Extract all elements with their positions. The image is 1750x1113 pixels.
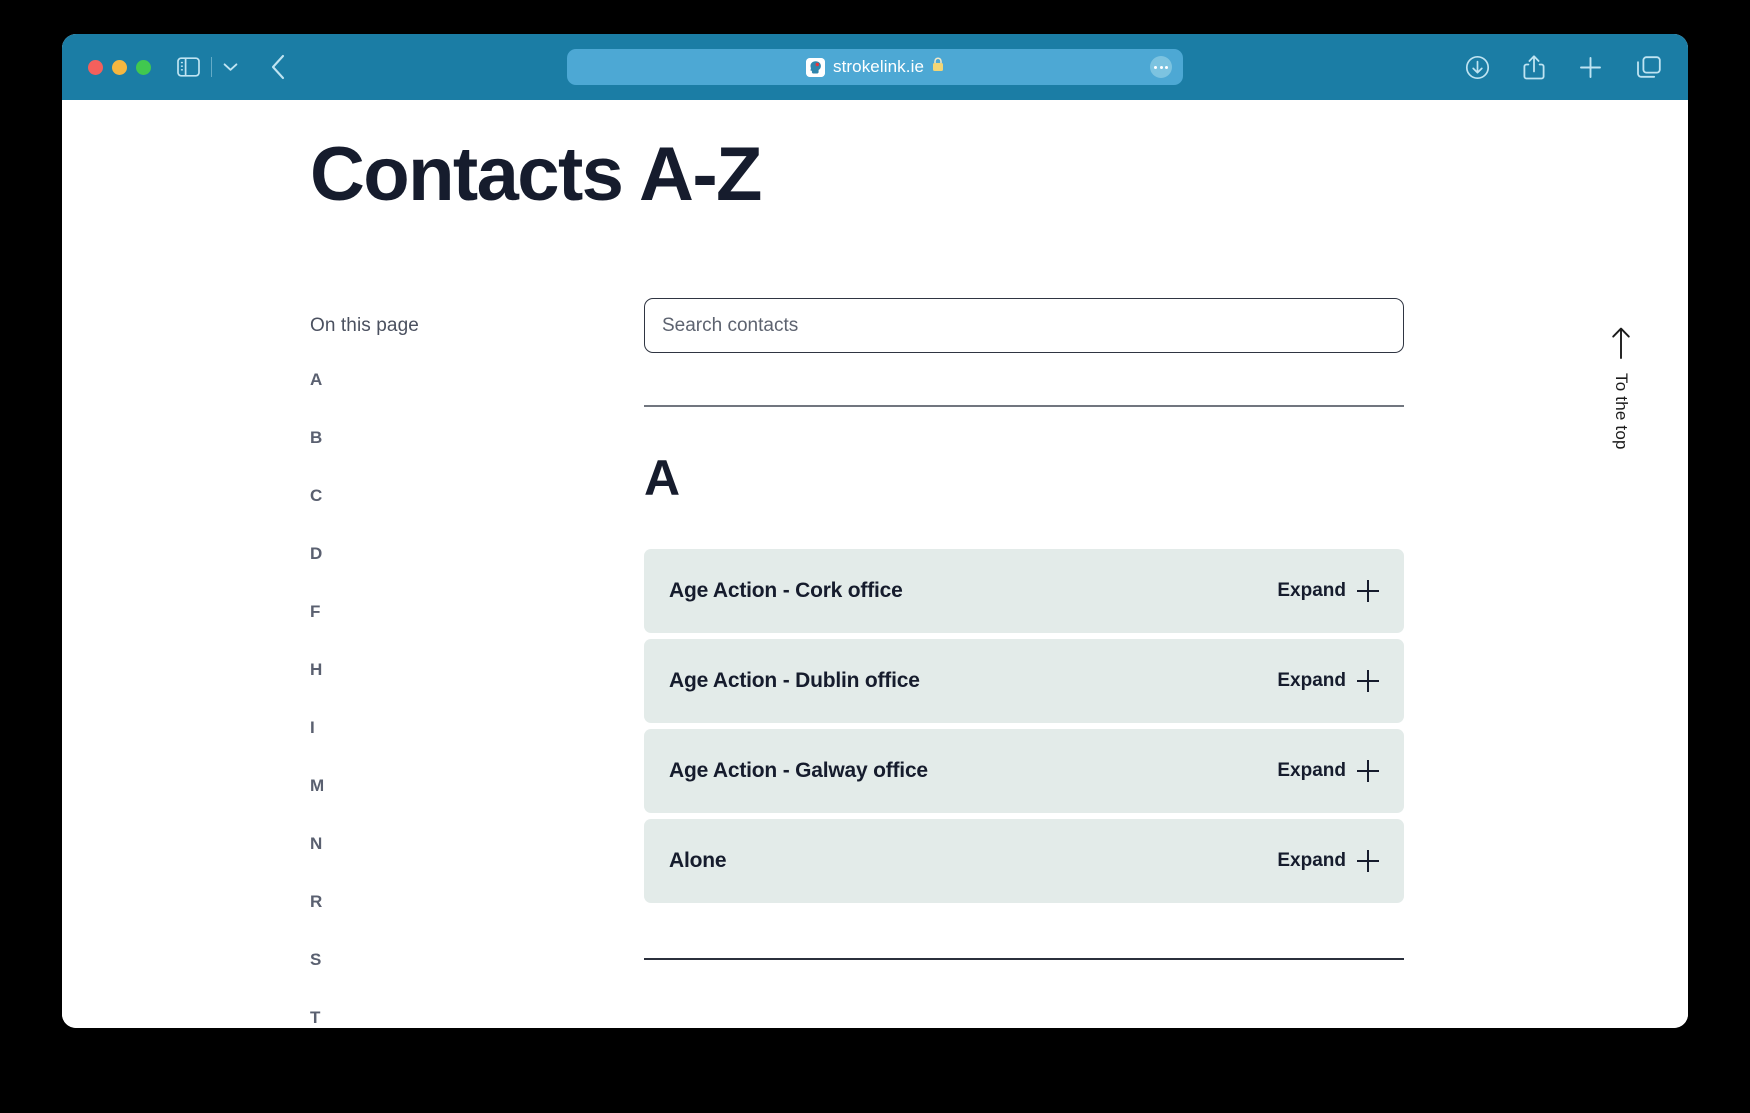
lock-icon bbox=[932, 57, 944, 77]
url-text: strokelink.ie bbox=[832, 57, 925, 76]
minimize-window-button[interactable] bbox=[112, 59, 127, 75]
accordion-toggle[interactable]: Expand bbox=[1277, 760, 1379, 782]
browser-toolbar: strokelink.ie bbox=[62, 34, 1688, 100]
close-window-button[interactable] bbox=[88, 59, 103, 75]
accordion-toggle[interactable]: Expand bbox=[1277, 580, 1379, 602]
toc-link-c[interactable]: C bbox=[310, 486, 580, 506]
plus-icon[interactable] bbox=[1357, 580, 1379, 602]
chevron-down-icon[interactable] bbox=[223, 62, 238, 72]
arrow-up-icon bbox=[1610, 326, 1632, 365]
accordion-title: Age Action - Galway office bbox=[669, 759, 928, 782]
toolbar-right-group bbox=[1465, 54, 1662, 81]
plus-icon[interactable] bbox=[1357, 760, 1379, 782]
expand-label: Expand bbox=[1277, 670, 1346, 691]
sidebar-controls bbox=[177, 57, 238, 77]
toc-link-s[interactable]: S bbox=[310, 950, 580, 970]
plus-icon[interactable] bbox=[1357, 670, 1379, 692]
on-this-page-heading: On this page bbox=[310, 315, 419, 336]
browser-window: strokelink.ie Contacts A-Z On this page … bbox=[62, 34, 1688, 1028]
toc-link-b[interactable]: B bbox=[310, 428, 580, 448]
on-this-page-nav: On this page A B C D F H I M N R S T W bbox=[310, 315, 580, 1028]
toc-link-f[interactable]: F bbox=[310, 602, 580, 622]
toc-link-n[interactable]: N bbox=[310, 834, 580, 854]
accordion-toggle[interactable]: Expand bbox=[1277, 850, 1379, 872]
toc-link-h[interactable]: H bbox=[310, 660, 580, 680]
back-to-top-label: To the top bbox=[1612, 373, 1631, 450]
toc-link-i[interactable]: I bbox=[310, 718, 580, 738]
new-tab-icon[interactable] bbox=[1578, 55, 1603, 80]
site-favicon-icon bbox=[805, 57, 825, 77]
toc-link-a[interactable]: A bbox=[310, 370, 580, 390]
page-content: Contacts A-Z On this page A B C D F H I … bbox=[62, 100, 1688, 1028]
page-title: Contacts A-Z bbox=[310, 132, 762, 217]
accordion-item-age-action-galway[interactable]: Age Action - Galway office Expand bbox=[644, 729, 1404, 813]
tab-overview-icon[interactable] bbox=[1636, 55, 1662, 80]
accordion-title: Age Action - Cork office bbox=[669, 579, 903, 602]
accordion-toggle[interactable]: Expand bbox=[1277, 670, 1379, 692]
accordion-item-age-action-dublin[interactable]: Age Action - Dublin office Expand bbox=[644, 639, 1404, 723]
sidebar-toggle-icon[interactable] bbox=[177, 57, 200, 77]
traffic-lights bbox=[88, 59, 151, 75]
section-heading-a: A bbox=[644, 450, 680, 506]
toc-link-m[interactable]: M bbox=[310, 776, 580, 796]
maximize-window-button[interactable] bbox=[136, 59, 151, 75]
toc-link-t[interactable]: T bbox=[310, 1008, 580, 1028]
expand-label: Expand bbox=[1277, 760, 1346, 781]
expand-label: Expand bbox=[1277, 580, 1346, 601]
accordion-item-alone[interactable]: Alone Expand bbox=[644, 819, 1404, 903]
accordion-title: Alone bbox=[669, 849, 727, 872]
toc-link-r[interactable]: R bbox=[310, 892, 580, 912]
toc-link-d[interactable]: D bbox=[310, 544, 580, 564]
expand-label: Expand bbox=[1277, 850, 1346, 871]
toolbar-divider bbox=[211, 57, 212, 77]
back-to-top-button[interactable]: To the top bbox=[1610, 326, 1632, 450]
divider-bottom bbox=[644, 958, 1404, 960]
back-button[interactable] bbox=[270, 54, 286, 80]
address-bar[interactable]: strokelink.ie bbox=[567, 49, 1183, 85]
downloads-icon[interactable] bbox=[1465, 55, 1490, 80]
screen: strokelink.ie Contacts A-Z On this page … bbox=[0, 0, 1750, 1113]
page-menu-button[interactable] bbox=[1150, 56, 1172, 78]
plus-icon[interactable] bbox=[1357, 850, 1379, 872]
search-input[interactable] bbox=[644, 298, 1404, 353]
divider-top bbox=[644, 405, 1404, 407]
main-column: A Age Action - Cork office Expand Age Ac… bbox=[644, 298, 1404, 960]
accordion-title: Age Action - Dublin office bbox=[669, 669, 920, 692]
share-icon[interactable] bbox=[1523, 54, 1545, 81]
accordion-item-age-action-cork[interactable]: Age Action - Cork office Expand bbox=[644, 549, 1404, 633]
